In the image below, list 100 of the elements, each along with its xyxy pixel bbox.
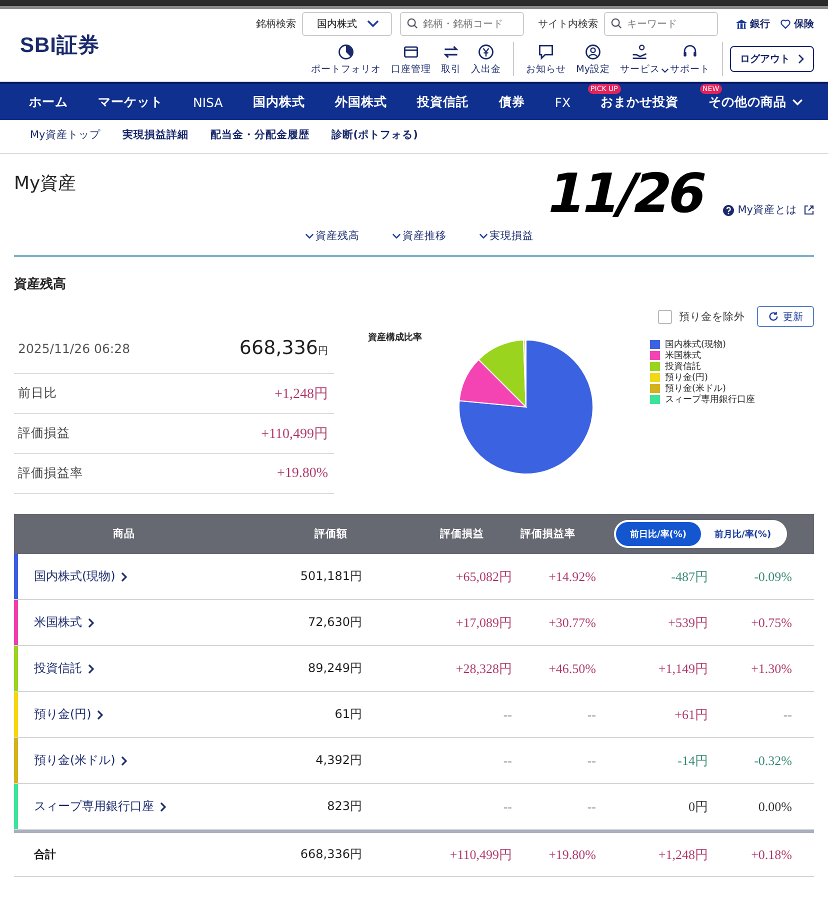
table-cell-text: -- xyxy=(502,798,512,814)
anchor-link[interactable]: 資産残高 xyxy=(304,229,360,243)
legend-label: 投資信託 xyxy=(665,360,701,372)
bank-icon xyxy=(736,18,747,30)
chevron-icon xyxy=(792,98,803,106)
table-cell-text: 61円 xyxy=(334,706,362,723)
nav-item[interactable]: FX xyxy=(540,94,586,110)
summary-label: 評価損益 xyxy=(18,425,70,442)
exclude-deposit-checkbox[interactable]: 預り金を除外 xyxy=(658,310,745,324)
heart-icon xyxy=(780,18,791,30)
page-title: My資産 xyxy=(14,172,76,195)
product-link[interactable]: スィープ専用銀行口座 xyxy=(14,798,234,815)
chevron-icon xyxy=(88,618,94,628)
table-cell-text: +28,328円 xyxy=(454,660,512,678)
tool-link[interactable]: 取引 xyxy=(436,42,466,76)
stock-search-field[interactable]: 銘柄・銘柄コード xyxy=(400,12,524,36)
table-cell-text: +61円 xyxy=(674,706,708,724)
legend-label: 米国株式 xyxy=(665,350,701,362)
chevron-icon xyxy=(88,664,94,674)
chevron-icon xyxy=(392,233,400,239)
nav-item[interactable]: その他の商品 xyxy=(694,94,818,110)
table-cell-text: -14円 xyxy=(676,752,708,770)
chart-title: 資産構成比率 xyxy=(368,331,423,345)
nav-item[interactable]: 債券 xyxy=(484,94,540,110)
toggle-option[interactable]: 前月比/率(%) xyxy=(700,522,786,546)
market-select[interactable]: 国内株式 xyxy=(302,12,392,36)
table-cell-text: +65,082円 xyxy=(454,568,512,586)
help-link[interactable]: My資産とは xyxy=(722,203,814,217)
table-cell-text: +0.75% xyxy=(750,614,792,630)
tool-link[interactable]: お知らせ xyxy=(521,42,572,76)
tool-link[interactable]: サポート xyxy=(665,42,715,76)
table-cell-text: +1,149円 xyxy=(657,660,708,678)
anchor-link[interactable]: 実現損益 xyxy=(478,229,534,243)
subnav-link[interactable]: 配当金・分配金履歴 xyxy=(210,128,310,153)
tool-link[interactable]: ポートフォリオ xyxy=(306,42,386,76)
nav-item[interactable]: 国内株式 xyxy=(238,94,320,110)
chevron-icon xyxy=(478,233,488,239)
pie-icon xyxy=(337,42,356,60)
refresh-button[interactable]: 更新 xyxy=(757,306,814,327)
tool-link[interactable]: My設定 xyxy=(571,42,615,76)
column-header: 評価損益率 xyxy=(519,527,576,541)
nav-item[interactable]: NISA xyxy=(178,94,238,110)
external-link-icon xyxy=(804,205,814,215)
product-link[interactable]: 預り金(円) xyxy=(14,706,234,723)
table-cell-text: -- xyxy=(586,798,596,814)
table-cell-text: -- xyxy=(502,706,512,722)
subnav-link[interactable]: 実現損益詳細 xyxy=(122,128,188,153)
chevron-icon xyxy=(367,20,379,28)
subnav-link[interactable]: My資産トップ xyxy=(30,128,100,153)
table-cell-text: +1.30% xyxy=(750,660,792,676)
logout-button[interactable]: ログアウト xyxy=(730,46,814,72)
tool-link[interactable]: 口座管理 xyxy=(386,42,436,76)
table-cell-text: -- xyxy=(586,752,596,768)
tool-link[interactable]: 入出金 xyxy=(466,42,506,76)
table-cell-text: +14.92% xyxy=(548,568,596,584)
section-title: 資産残高 xyxy=(14,276,67,293)
product-link[interactable]: 国内株式(現物) xyxy=(14,568,234,585)
anchor-link[interactable]: 資産推移 xyxy=(392,229,446,243)
speech-bubble-icon xyxy=(537,42,556,60)
search-label: 銘柄検索 xyxy=(256,18,296,31)
bank-link[interactable]: 銀行 xyxy=(736,17,770,31)
summary-value: +110,499円 xyxy=(261,426,328,442)
legend-label: 国内株式(現物) xyxy=(665,338,726,350)
chevron-icon xyxy=(661,68,669,72)
logo[interactable]: SBI証券 xyxy=(0,9,240,81)
nav-item[interactable]: おまかせ投資 xyxy=(586,94,694,110)
table-cell-text: 4,392円 xyxy=(314,752,362,769)
table-cell-text: 0円 xyxy=(688,798,708,816)
total-label: 合計 xyxy=(32,847,57,862)
table-cell-text: +17,089円 xyxy=(454,614,512,632)
toggle-option[interactable]: 前日比/率(%) xyxy=(616,522,701,546)
table-cell-text: -- xyxy=(586,706,596,722)
site-search-field[interactable]: キーワード xyxy=(604,12,718,36)
nav-item[interactable]: ホーム xyxy=(14,94,83,110)
help-icon xyxy=(722,204,734,216)
legend-label: 預り金(円) xyxy=(665,372,708,384)
table-cell-text: 72,630円 xyxy=(307,614,362,631)
nav-item[interactable]: マーケット xyxy=(83,94,178,110)
subnav-link[interactable]: 診断(ポトフォる) xyxy=(331,128,418,153)
column-header: 商品 xyxy=(112,527,136,541)
insurance-link[interactable]: 保険 xyxy=(780,17,814,31)
summary-label: 前日比 xyxy=(18,385,57,402)
product-link[interactable]: 投資信託 xyxy=(14,660,234,677)
table-cell-text: 89,249円 xyxy=(307,660,362,677)
handwritten-note: 11/26 xyxy=(542,167,709,221)
column-header: 評価額 xyxy=(313,527,348,541)
nav-item[interactable]: 外国株式 xyxy=(320,94,402,110)
tool-link[interactable]: サービス xyxy=(615,42,665,76)
product-link[interactable]: 米国株式 xyxy=(14,614,234,631)
table-cell-text: +110,499円 xyxy=(448,846,512,864)
chevron-icon xyxy=(97,710,104,720)
user-icon xyxy=(584,42,602,60)
summary-value: +1,248円 xyxy=(274,386,328,402)
nav-item[interactable]: 投資信託 xyxy=(402,94,484,110)
product-link[interactable]: 預り金(米ドル) xyxy=(14,752,234,769)
table-cell-text: 823円 xyxy=(326,798,362,815)
yen-icon xyxy=(477,42,496,60)
search-label: サイト内検索 xyxy=(538,18,598,31)
table-cell-text: +539円 xyxy=(667,614,708,632)
chevron-icon xyxy=(160,802,166,812)
